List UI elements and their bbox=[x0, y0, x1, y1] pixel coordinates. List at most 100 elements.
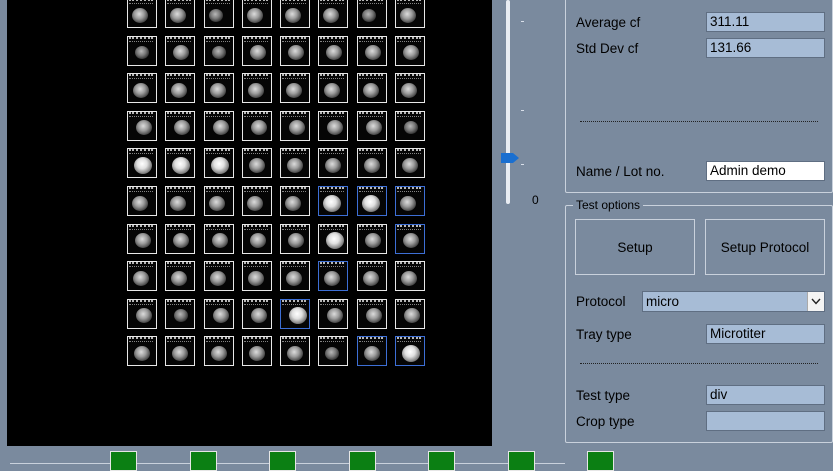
spot-thumbnail[interactable] bbox=[318, 185, 349, 216]
spot-thumbnail[interactable] bbox=[318, 336, 349, 367]
spot-thumbnail[interactable] bbox=[356, 185, 387, 216]
spot-thumbnail[interactable] bbox=[356, 110, 387, 141]
spot-thumbnail[interactable] bbox=[127, 298, 157, 329]
spot-thumbnail[interactable] bbox=[127, 261, 157, 292]
spot-thumbnail[interactable] bbox=[356, 223, 387, 254]
spot-thumbnail[interactable] bbox=[356, 261, 387, 292]
spot-thumbnail[interactable] bbox=[318, 0, 349, 28]
spot-thumbnail[interactable] bbox=[241, 0, 272, 28]
image-viewer[interactable] bbox=[7, 0, 492, 446]
spot-thumbnail[interactable] bbox=[280, 261, 311, 292]
spot-thumbnail[interactable] bbox=[241, 110, 272, 141]
spot-thumbnail[interactable] bbox=[280, 73, 311, 104]
spot-thumbnail[interactable] bbox=[165, 185, 196, 216]
spot-thumbnail[interactable] bbox=[280, 223, 311, 254]
spot-thumbnail[interactable] bbox=[241, 73, 272, 104]
spot-thumbnail[interactable] bbox=[127, 35, 157, 66]
spot-thumbnail[interactable] bbox=[241, 336, 272, 367]
spot-thumbnail[interactable] bbox=[165, 35, 196, 66]
spot-thumbnail[interactable] bbox=[395, 35, 426, 66]
spot-thumbnail[interactable] bbox=[127, 185, 157, 216]
spot-thumbnail[interactable] bbox=[127, 0, 157, 28]
spot-thumbnail[interactable] bbox=[356, 0, 387, 28]
spot-thumbnail[interactable] bbox=[127, 223, 157, 254]
spot-thumbnail[interactable] bbox=[356, 35, 387, 66]
spot-thumbnail[interactable] bbox=[203, 223, 234, 254]
spot-thumbnail[interactable] bbox=[280, 148, 311, 179]
spot-thumbnail[interactable] bbox=[165, 298, 196, 329]
spot-image bbox=[363, 346, 380, 362]
spot-thumbnail[interactable] bbox=[395, 223, 426, 254]
spot-thumbnail[interactable] bbox=[241, 148, 272, 179]
spot-thumbnail[interactable] bbox=[280, 110, 311, 141]
spot-thumbnail[interactable] bbox=[203, 110, 234, 141]
spot-thumbnail[interactable] bbox=[165, 223, 196, 254]
spot-thumbnail[interactable] bbox=[165, 336, 196, 367]
spot-thumbnail[interactable] bbox=[318, 35, 349, 66]
spot-thumbnail[interactable] bbox=[318, 148, 349, 179]
test-options-legend: Test options bbox=[573, 198, 644, 212]
spot-thumbnail[interactable] bbox=[241, 185, 272, 216]
spot-thumbnail[interactable] bbox=[241, 223, 272, 254]
status-indicator bbox=[507, 451, 535, 471]
spot-thumbnail[interactable] bbox=[203, 185, 234, 216]
name-lot-input[interactable]: Admin demo bbox=[706, 161, 825, 181]
spot-thumbnail[interactable] bbox=[318, 223, 349, 254]
spot-thumbnail[interactable] bbox=[395, 110, 426, 141]
spot-thumbnail[interactable] bbox=[395, 298, 426, 329]
spot-thumbnail[interactable] bbox=[280, 298, 311, 329]
spot-image bbox=[362, 270, 379, 286]
spot-thumbnail[interactable] bbox=[127, 336, 157, 367]
protocol-select[interactable]: micro bbox=[642, 291, 825, 312]
spot-thumbnail[interactable] bbox=[127, 110, 157, 141]
spot-thumbnail[interactable] bbox=[395, 185, 426, 216]
spot-thumbnail[interactable] bbox=[318, 110, 349, 141]
spot-thumbnail[interactable] bbox=[241, 261, 272, 292]
spot-thumbnail[interactable] bbox=[395, 148, 426, 179]
spot-thumbnail[interactable] bbox=[165, 110, 196, 141]
spot-thumbnail[interactable] bbox=[395, 0, 426, 28]
spot-thumbnail[interactable] bbox=[318, 261, 349, 292]
spot-thumbnail[interactable] bbox=[127, 73, 157, 104]
spot-image bbox=[400, 7, 417, 23]
spot-grid bbox=[127, 0, 426, 367]
threshold-slider-thumb[interactable] bbox=[500, 152, 520, 164]
setup-button[interactable]: Setup bbox=[575, 219, 695, 275]
spot-thumbnail[interactable] bbox=[203, 0, 234, 28]
spot-thumbnail[interactable] bbox=[318, 73, 349, 104]
spot-thumbnail[interactable] bbox=[203, 148, 234, 179]
spot-thumbnail[interactable] bbox=[318, 298, 349, 329]
spot-thumbnail[interactable] bbox=[127, 148, 157, 179]
spot-thumbnail[interactable] bbox=[280, 0, 311, 28]
spot-thumbnail[interactable] bbox=[241, 35, 272, 66]
spot-thumbnail[interactable] bbox=[203, 298, 234, 329]
spot-caption bbox=[167, 262, 192, 268]
spot-thumbnail[interactable] bbox=[203, 336, 234, 367]
chevron-down-icon[interactable] bbox=[807, 292, 824, 311]
spot-image bbox=[171, 270, 188, 286]
spot-image bbox=[324, 270, 341, 286]
spot-thumbnail[interactable] bbox=[280, 185, 311, 216]
spot-image bbox=[287, 346, 304, 362]
spot-thumbnail[interactable] bbox=[356, 298, 387, 329]
spot-thumbnail[interactable] bbox=[165, 148, 196, 179]
spot-thumbnail[interactable] bbox=[165, 73, 196, 104]
spot-thumbnail[interactable] bbox=[203, 261, 234, 292]
spot-thumbnail[interactable] bbox=[241, 298, 272, 329]
spot-thumbnail[interactable] bbox=[165, 261, 196, 292]
spot-thumbnail[interactable] bbox=[356, 148, 387, 179]
spot-thumbnail[interactable] bbox=[356, 336, 387, 367]
spot-thumbnail[interactable] bbox=[165, 0, 196, 28]
spot-thumbnail[interactable] bbox=[356, 73, 387, 104]
spot-thumbnail[interactable] bbox=[280, 336, 311, 367]
spot-image bbox=[246, 7, 263, 23]
spot-thumbnail[interactable] bbox=[203, 73, 234, 104]
spot-thumbnail[interactable] bbox=[280, 35, 311, 66]
spot-thumbnail[interactable] bbox=[203, 35, 234, 66]
spot-thumbnail[interactable] bbox=[395, 336, 426, 367]
spot-thumbnail[interactable] bbox=[395, 261, 426, 292]
test-type-field: div bbox=[706, 385, 825, 405]
threshold-slider-track[interactable] bbox=[506, 0, 510, 204]
setup-protocol-button[interactable]: Setup Protocol bbox=[705, 219, 825, 275]
spot-thumbnail[interactable] bbox=[395, 73, 426, 104]
